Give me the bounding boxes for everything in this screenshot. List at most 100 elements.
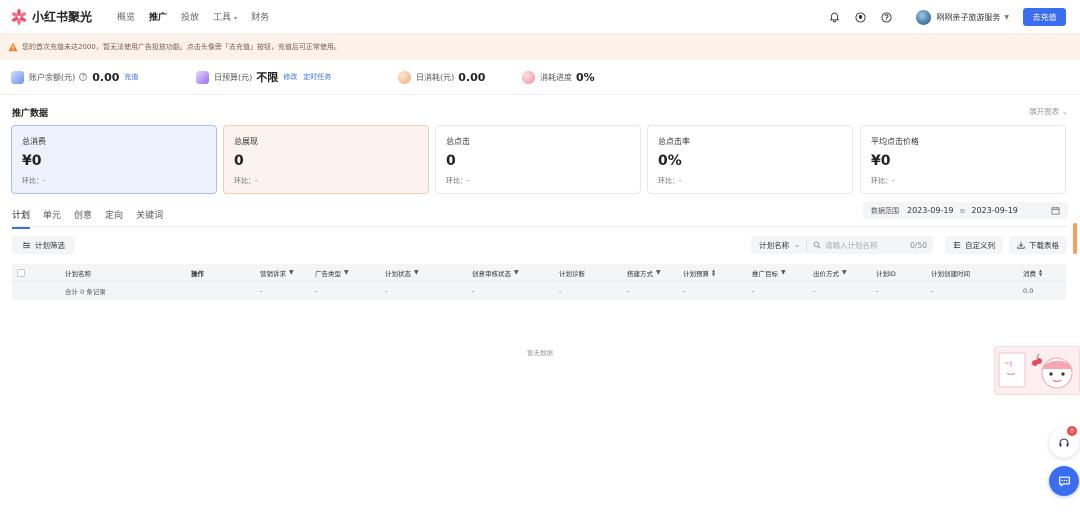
col-marketing-goal[interactable]: 营销诉求 ▼ (260, 264, 294, 281)
filter-icon[interactable]: ▼ (842, 269, 847, 276)
select-all-checkbox[interactable] (17, 264, 25, 281)
customer-support-button[interactable]: 0 (1049, 426, 1079, 458)
customize-columns-button[interactable]: 自定义列 (945, 236, 1003, 254)
date-separator: ≡ (959, 206, 966, 215)
plan-filter-button[interactable]: 计划筛选 (12, 236, 75, 254)
table-cell: - (260, 287, 263, 295)
search-type-select[interactable]: 计划名称 ⌄ (751, 239, 807, 251)
filter-icon[interactable]: ▼ (344, 269, 349, 276)
col-bid-method[interactable]: 出价方式 ▼ (813, 264, 847, 281)
table-cell: - (559, 287, 562, 295)
card-value: ¥0 (22, 153, 42, 169)
recharge-button[interactable]: 去充值 (1023, 8, 1066, 26)
user-menu[interactable]: 咧咧亲子旅游服务 ▼ (916, 9, 1009, 25)
nav-overview[interactable]: 概览 (117, 10, 135, 23)
col-label: 计划预算 (683, 269, 709, 278)
download-table-button[interactable]: 下载表格 (1009, 236, 1067, 254)
col-ad-type[interactable]: 广告类型 ▼ (315, 264, 349, 281)
shield-icon[interactable] (854, 11, 866, 23)
user-name: 咧咧亲子旅游服务 (936, 12, 1001, 22)
card-compare: 环比：- (446, 177, 470, 185)
sort-icon[interactable]: ▲ ▼ (1039, 268, 1042, 277)
modify-budget-link[interactable]: 修改 (283, 72, 297, 82)
card-total-clicks[interactable]: 总点击 0 环比：- (435, 125, 641, 194)
nav-finance[interactable]: 财务 (251, 10, 269, 23)
mascot-widget[interactable] (994, 346, 1080, 395)
recharge-link[interactable]: 充值 (124, 72, 138, 82)
search-type-value: 计划名称 (759, 240, 790, 250)
card-compare: 环比：- (871, 177, 895, 185)
col-plan-status[interactable]: 计划状态 ▼ (385, 264, 419, 281)
plan-table: 计划名称 操作 营销诉求 ▼ 广告类型 ▼ 计划状态 ▼ 创意审核状态 ▼ 计划诊断 搭… (12, 264, 1066, 300)
stat-daily-spend: 日消耗(元) 0.00 (398, 62, 490, 92)
sort-icon[interactable]: ▲ ▼ (712, 268, 715, 277)
card-compare: 环比：- (234, 177, 258, 185)
filter-icon[interactable]: ▼ (656, 269, 661, 276)
filter-icon[interactable]: ▼ (514, 269, 519, 276)
top-nav: 小红书聚光 概览 推广 投放 工具 ▾ 财务 咧咧亲子旅游服务 ▼ 去充值 (0, 0, 1080, 34)
download-table-label: 下载表格 (1029, 240, 1059, 250)
col-promotion-target[interactable]: 推广目标 ▼ (752, 264, 786, 281)
card-label: 总点击率 (658, 137, 690, 146)
plan-search: 计划名称 ⌄ 0/50 (751, 236, 933, 254)
expand-chart-toggle[interactable]: 展开图表 ⌄ (1029, 106, 1068, 117)
brand-logo[interactable]: 小红书聚光 (10, 8, 100, 26)
table-cell: - (315, 287, 318, 295)
calendar-icon (1051, 206, 1060, 215)
daily-spend-label: 日消耗(元) (416, 72, 455, 82)
columns-icon (953, 241, 961, 249)
card-click-rate[interactable]: 总点击率 0% 环比：- (647, 125, 853, 194)
card-compare: 环比：- (22, 177, 46, 185)
empty-state-text: 暂无数据 (527, 349, 553, 357)
scheduled-task-link[interactable]: 定时任务 (303, 72, 331, 82)
col-created-time: 计划创建时间 (931, 269, 970, 278)
question-icon[interactable]: ? (79, 73, 88, 81)
stat-balance: 账户余额(元) ? 0.00 充值 (11, 62, 144, 92)
table-cell: - (931, 287, 934, 295)
filter-icon[interactable]: ▼ (781, 269, 786, 276)
col-plan-budget[interactable]: 计划预算 ▲ ▼ (683, 264, 715, 281)
col-spend[interactable]: 消费 ▲ ▼ (1023, 264, 1042, 281)
card-value: 0 (234, 153, 244, 169)
card-avg-click-price[interactable]: 平均点击价格 ¥0 环比：- (860, 125, 1066, 194)
search-char-count: 0/50 (910, 240, 927, 250)
card-label: 总展现 (234, 137, 258, 146)
card-value: 0 (446, 153, 456, 169)
nav-promotion[interactable]: 推广 (149, 10, 167, 23)
card-label: 总消费 (22, 137, 46, 146)
search-icon (813, 241, 821, 249)
help-circle-icon[interactable] (880, 11, 892, 23)
chevron-down-icon: ▾ (234, 15, 238, 22)
table-cell: - (385, 287, 388, 295)
card-compare: 环比：- (658, 177, 682, 185)
search-input-wrap: 0/50 (807, 240, 933, 250)
date-range-picker[interactable]: 数据范围 2023-09-19 ≡ 2023-09-19 (863, 202, 1068, 219)
filter-icon[interactable]: ▼ (289, 269, 294, 276)
col-label: 广告类型 (315, 269, 341, 278)
col-build-method[interactable]: 搭建方式 ▼ (627, 264, 661, 281)
table-cell: - (876, 287, 879, 295)
warning-banner: 您的首次充值未达2000，暂无法使用广告投放功能。点击头像旁「去充值」按钮，充值… (0, 34, 1080, 60)
table-cell: - (627, 287, 630, 295)
plan-filter-label: 计划筛选 (35, 240, 65, 250)
card-total-spend[interactable]: 总消费 ¥0 环比：- (11, 125, 217, 194)
bell-icon[interactable] (828, 11, 840, 23)
table-header: 计划名称 操作 营销诉求 ▼ 广告类型 ▼ 计划状态 ▼ 创意审核状态 ▼ 计划诊断 搭… (12, 264, 1066, 281)
progress-icon (522, 70, 535, 84)
filter-icon[interactable]: ▼ (414, 269, 419, 276)
nav-tools[interactable]: 工具 ▾ (213, 10, 237, 23)
card-value: ¥0 (871, 153, 891, 169)
scroll-indicator[interactable] (1073, 223, 1077, 254)
search-input[interactable] (825, 240, 909, 250)
stat-progress: 消耗进度 0% (522, 62, 600, 92)
warning-icon (8, 42, 18, 52)
avatar (916, 9, 932, 25)
metric-cards: 总消费 ¥0 环比：- 总展现 0 环比：- 总点击 0 环比：- 总点击率 0… (11, 125, 1069, 194)
table-total-row: 合计 0 条记录 - - - - - - - - - - - 0.0 (12, 281, 1066, 300)
budget-label: 日预算(元) (214, 72, 253, 82)
card-total-impressions[interactable]: 总展现 0 环比：- (223, 125, 429, 194)
date-range-label: 数据范围 (871, 206, 899, 215)
nav-delivery[interactable]: 投放 (181, 10, 199, 23)
col-creative-review[interactable]: 创意审核状态 ▼ (472, 264, 519, 281)
chat-button[interactable] (1049, 466, 1079, 496)
